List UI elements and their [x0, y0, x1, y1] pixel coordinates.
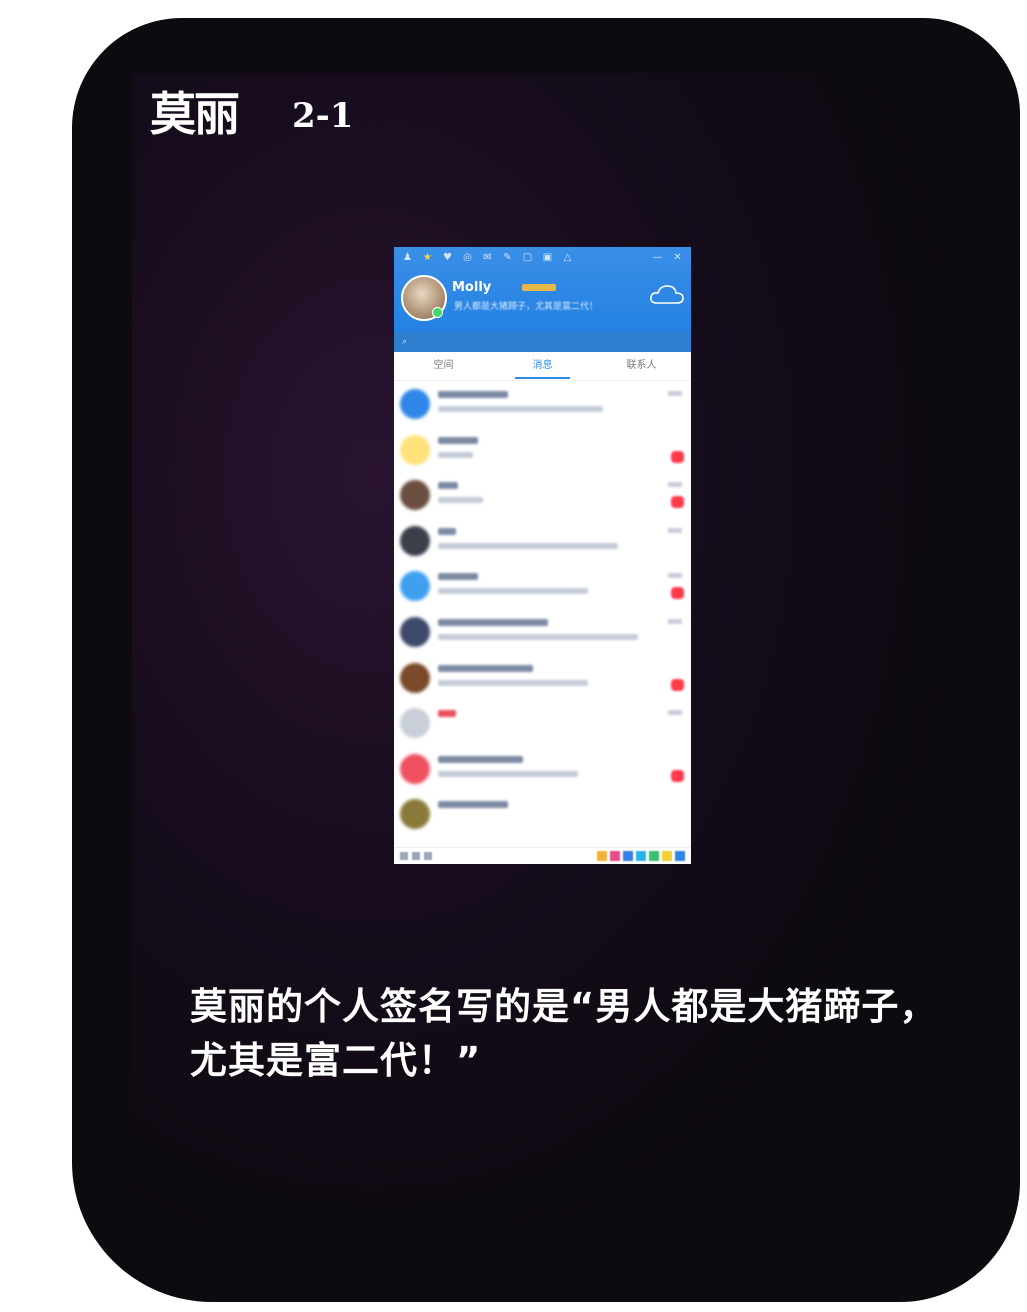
- unread-badge: [671, 496, 684, 509]
- app-shortcuts: [597, 851, 685, 861]
- qq-screenshot: ♟ ★ ♥ ◎ ✉ ✎ ▢ ▣ △ — ✕ Molly 男人都是大猪蹄子，尤其是…: [394, 247, 691, 864]
- edit-icon[interactable]: ✎: [502, 252, 513, 266]
- search-icon: ⌕: [402, 337, 408, 347]
- list-item[interactable]: [394, 746, 691, 792]
- unread-badge: [671, 450, 684, 463]
- search-input[interactable]: ⌕: [394, 332, 691, 352]
- list-item[interactable]: [394, 381, 691, 427]
- avatar: [400, 434, 430, 465]
- bottom-toolbar: [394, 847, 691, 864]
- online-status-icon: [432, 307, 443, 318]
- tab-bar: 空间 消息 联系人: [394, 352, 691, 381]
- caption: 莫丽的个人签名写的是“男人都是大猪蹄子，尤其是富二代！”: [190, 985, 938, 1082]
- settings-icon[interactable]: [412, 852, 420, 860]
- app-icon[interactable]: [675, 851, 685, 861]
- avatar: [400, 480, 430, 511]
- menu-icon[interactable]: [400, 852, 408, 860]
- qq-icon[interactable]: ♟: [402, 252, 413, 266]
- list-item[interactable]: [394, 427, 691, 473]
- gift-icon[interactable]: ♥: [442, 252, 453, 266]
- avatar: [400, 525, 430, 556]
- unread-badge: [671, 678, 684, 691]
- app-icon[interactable]: [623, 851, 633, 861]
- mail-icon[interactable]: ✉: [482, 252, 493, 266]
- avatar: [400, 662, 430, 693]
- vip-badge: [522, 284, 556, 291]
- tab-space[interactable]: 空间: [395, 352, 493, 380]
- star-icon[interactable]: ★: [422, 252, 433, 266]
- list-item[interactable]: [394, 472, 691, 518]
- list-item[interactable]: [394, 518, 691, 564]
- wallet-icon[interactable]: ▣: [542, 252, 553, 266]
- unread-badge: [671, 769, 684, 782]
- cloud-icon[interactable]: [649, 283, 685, 305]
- character-name: 莫丽: [150, 87, 240, 141]
- qq-toolbar: ♟ ★ ♥ ◎ ✉ ✎ ▢ ▣ △ — ✕: [402, 252, 683, 266]
- avatar: [400, 753, 430, 784]
- nickname[interactable]: Molly: [452, 280, 491, 295]
- story-card: 莫丽 2-1 ♟ ★ ♥ ◎ ✉ ✎ ▢ ▣ △ — ✕ Molly 男人都是大…: [72, 18, 1020, 1302]
- avatar: [400, 616, 430, 647]
- avatar: [400, 571, 430, 602]
- list-item[interactable]: [394, 563, 691, 609]
- avatar: [400, 799, 430, 830]
- tab-messages[interactable]: 消息: [494, 352, 592, 380]
- app-icon[interactable]: [662, 851, 672, 861]
- list-item[interactable]: [394, 700, 691, 746]
- list-item[interactable]: [394, 655, 691, 701]
- camera-icon[interactable]: ◎: [462, 252, 473, 266]
- avatar: [400, 389, 430, 419]
- panel-index: 2-1: [292, 96, 354, 136]
- app-icon[interactable]: [610, 851, 620, 861]
- tab-contacts[interactable]: 联系人: [593, 352, 691, 380]
- avatar: [400, 708, 430, 739]
- file-icon[interactable]: [424, 852, 432, 860]
- close-icon[interactable]: ✕: [672, 252, 683, 266]
- window-icon[interactable]: ▢: [522, 252, 533, 266]
- minimize-icon[interactable]: —: [652, 252, 663, 266]
- warn-icon[interactable]: △: [562, 252, 573, 266]
- app-icon[interactable]: [597, 851, 607, 861]
- list-item[interactable]: [394, 609, 691, 655]
- list-item[interactable]: [394, 791, 691, 837]
- app-icon[interactable]: [636, 851, 646, 861]
- personal-signature[interactable]: 男人都是大猪蹄子，尤其是富二代！: [454, 299, 604, 312]
- app-icon[interactable]: [649, 851, 659, 861]
- qq-profile-header: ♟ ★ ♥ ◎ ✉ ✎ ▢ ▣ △ — ✕ Molly 男人都是大猪蹄子，尤其是…: [394, 247, 691, 352]
- unread-badge: [671, 587, 684, 600]
- message-list: [394, 381, 691, 837]
